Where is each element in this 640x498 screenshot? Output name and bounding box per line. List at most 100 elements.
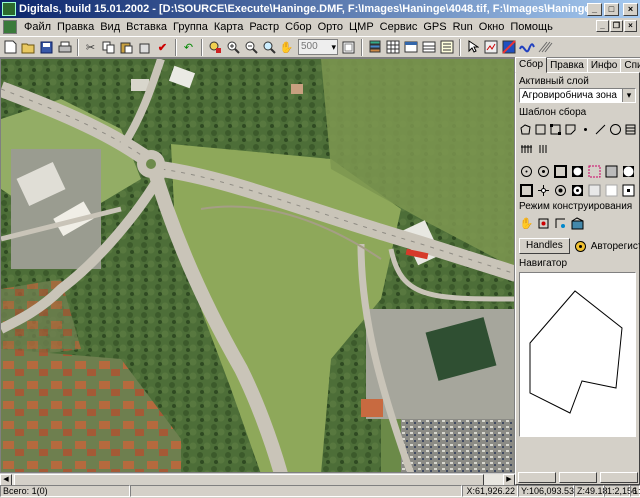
- app-icon[interactable]: [2, 2, 16, 16]
- rect-vertex-tool-icon[interactable]: [549, 122, 562, 137]
- database-icon[interactable]: [420, 39, 437, 56]
- tab-list[interactable]: Список: [620, 58, 640, 73]
- menu-run[interactable]: Run: [450, 19, 476, 35]
- panel-button-2[interactable]: [558, 472, 597, 483]
- measure-icon[interactable]: [206, 39, 223, 56]
- cursor-icon[interactable]: [464, 39, 481, 56]
- square-thick-icon[interactable]: [519, 183, 534, 198]
- menu-collect[interactable]: Сбор: [282, 19, 314, 35]
- circle-small-icon[interactable]: [519, 164, 534, 179]
- maximize-button[interactable]: □: [604, 2, 619, 16]
- orthophoto-icon[interactable]: [500, 39, 517, 56]
- mode-label: Режим конструирования: [519, 201, 633, 212]
- square-white-icon[interactable]: [604, 183, 619, 198]
- navigator-view[interactable]: [519, 272, 636, 437]
- parallel-tool-icon[interactable]: [536, 141, 551, 156]
- pan-hand-icon[interactable]: ✋: [278, 39, 295, 56]
- print-icon[interactable]: [56, 39, 73, 56]
- point-tool-icon[interactable]: [579, 122, 592, 137]
- polygon-tool-icon[interactable]: [519, 122, 532, 137]
- title-bar[interactable]: Digitals, build 15.01.2002 - [D:\SOURCE\…: [0, 0, 640, 18]
- list-icon[interactable]: [438, 39, 455, 56]
- mdi-close-button[interactable]: ×: [624, 20, 637, 32]
- curve-icon[interactable]: [518, 39, 535, 56]
- horizontal-scrollbar[interactable]: ◀ ▶: [0, 473, 515, 486]
- snap-mode-icon[interactable]: [536, 216, 551, 231]
- square-ring-icon[interactable]: [570, 183, 585, 198]
- open-folder-icon[interactable]: [20, 39, 37, 56]
- building-tool-icon[interactable]: [624, 122, 637, 137]
- table-icon[interactable]: [402, 39, 419, 56]
- copy-icon[interactable]: [100, 39, 117, 56]
- menu-window[interactable]: Окно: [476, 19, 508, 35]
- circle-tool-icon[interactable]: [609, 122, 622, 137]
- mdi-minimize-button[interactable]: _: [596, 20, 609, 32]
- mdi-restore-button[interactable]: ❐: [610, 20, 623, 32]
- target-icon[interactable]: [553, 183, 568, 198]
- status-spacer: [130, 485, 462, 497]
- tab-collect[interactable]: Сбор: [515, 57, 548, 73]
- menu-ortho[interactable]: Орто: [315, 19, 346, 35]
- square-circle-icon[interactable]: [570, 164, 585, 179]
- menu-service[interactable]: Сервис: [377, 19, 421, 35]
- cut-icon[interactable]: ✂: [82, 39, 99, 56]
- menu-file[interactable]: Файл: [21, 19, 54, 35]
- new-file-icon[interactable]: [2, 39, 19, 56]
- square-dot-icon[interactable]: [621, 183, 636, 198]
- minimize-button[interactable]: _: [587, 2, 602, 16]
- layers-icon[interactable]: [366, 39, 383, 56]
- raster-icon[interactable]: [482, 39, 499, 56]
- circle-dot-icon[interactable]: [536, 164, 551, 179]
- menu-group[interactable]: Группа: [170, 19, 211, 35]
- status-z: Z:49.18: [574, 485, 608, 497]
- autoreg-label[interactable]: Авторегистр: [591, 241, 640, 252]
- menu-bar: Файл Правка Вид Вставка Группа Карта Рас…: [0, 18, 640, 36]
- tab-info[interactable]: Инфо: [586, 58, 622, 73]
- zoom-level-select[interactable]: 500: [298, 39, 338, 55]
- checkmark-icon[interactable]: ✔: [154, 39, 171, 56]
- autoreg-icon[interactable]: [574, 239, 587, 254]
- menu-gps[interactable]: GPS: [420, 19, 449, 35]
- zoom-window-icon[interactable]: [260, 39, 277, 56]
- tab-edit[interactable]: Правка: [546, 58, 588, 73]
- cross-icon[interactable]: [536, 183, 551, 198]
- menu-help[interactable]: Помощь: [507, 19, 556, 35]
- status-ratio: 1:2: [630, 485, 640, 497]
- menu-edit[interactable]: Правка: [54, 19, 97, 35]
- grid-icon[interactable]: [384, 39, 401, 56]
- handles-button[interactable]: Handles: [519, 238, 570, 254]
- line-tool-icon[interactable]: [594, 122, 607, 137]
- square-light-icon[interactable]: [587, 183, 602, 198]
- square-dashed-icon[interactable]: [587, 164, 602, 179]
- menu-raster[interactable]: Растр: [246, 19, 282, 35]
- shape-tool-icon[interactable]: [564, 122, 577, 137]
- paste-icon[interactable]: [118, 39, 135, 56]
- build-mode-icon[interactable]: [570, 216, 585, 231]
- zoom-out-icon[interactable]: [242, 39, 259, 56]
- panel-button-1[interactable]: [518, 472, 557, 483]
- octagon-icon[interactable]: [621, 164, 636, 179]
- undo-icon[interactable]: ↶: [180, 39, 197, 56]
- menu-dem[interactable]: ЦМР: [346, 19, 377, 35]
- template-label: Шаблон сбора: [519, 107, 587, 118]
- save-icon[interactable]: [38, 39, 55, 56]
- hatch-icon[interactable]: [536, 39, 553, 56]
- square-grey-icon[interactable]: [604, 164, 619, 179]
- square-outline-icon[interactable]: [553, 164, 568, 179]
- menu-view[interactable]: Вид: [97, 19, 123, 35]
- menu-map[interactable]: Карта: [211, 19, 246, 35]
- rectangle-tool-icon[interactable]: [534, 122, 547, 137]
- status-total: Всего: 1(0): [0, 485, 130, 497]
- active-layer-select[interactable]: Агровиробнича зона: [519, 88, 636, 103]
- zoom-in-icon[interactable]: [224, 39, 241, 56]
- close-button[interactable]: ×: [623, 2, 638, 16]
- map-view[interactable]: [0, 58, 515, 473]
- panel-button-3[interactable]: [599, 472, 638, 483]
- menu-insert[interactable]: Вставка: [123, 19, 170, 35]
- hand-mode-icon[interactable]: ✋: [519, 216, 534, 231]
- delete-icon[interactable]: [136, 39, 153, 56]
- fence-tool-icon[interactable]: [519, 141, 534, 156]
- ortho-mode-icon[interactable]: [553, 216, 568, 231]
- document-icon[interactable]: [3, 20, 17, 34]
- zoom-fit-icon[interactable]: [340, 39, 357, 56]
